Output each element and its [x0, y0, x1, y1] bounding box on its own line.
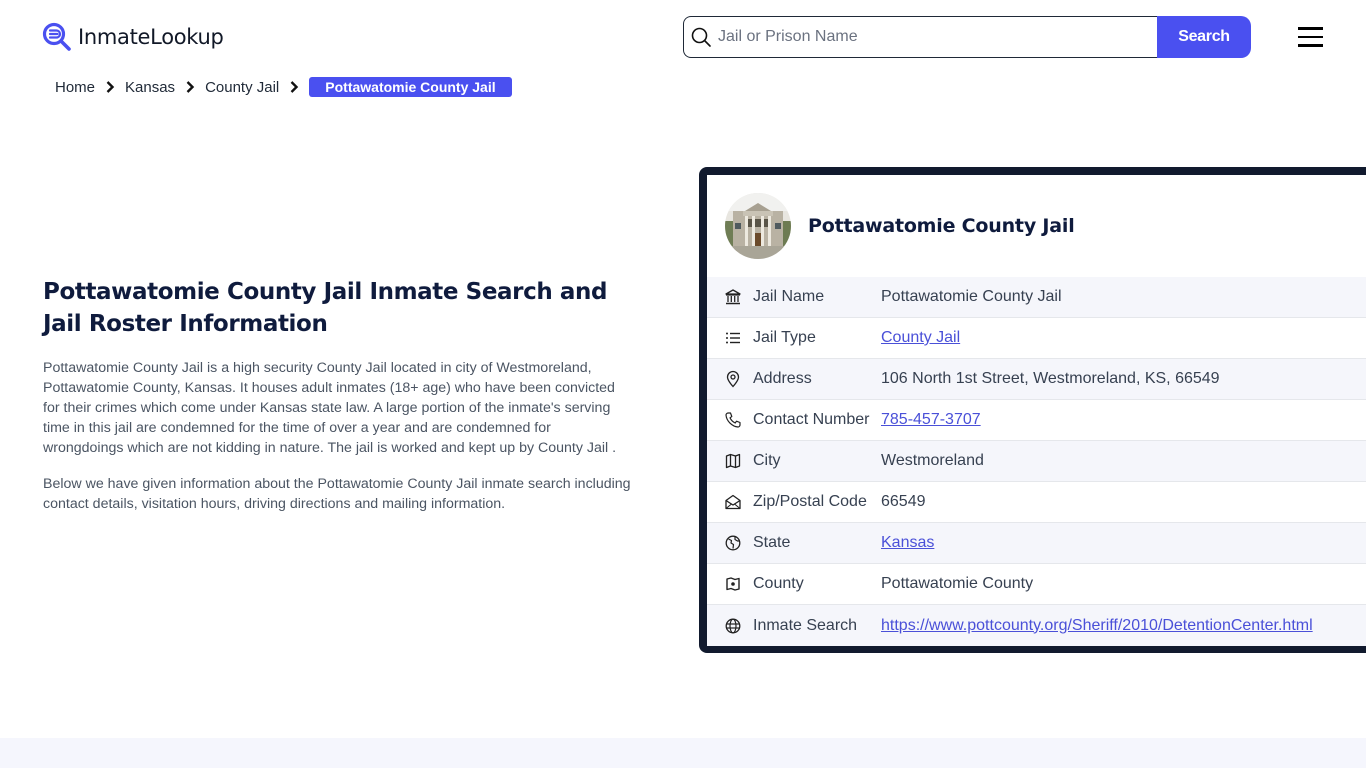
detail-row-jail-name: Jail Name Pottawatomie County Jail	[707, 277, 1366, 318]
search-input[interactable]	[718, 28, 1157, 46]
inmate-search-link[interactable]: https://www.pottcounty.org/Sheriff/2010/…	[881, 617, 1313, 634]
detail-value: Pottawatomie County Jail	[881, 288, 1062, 305]
intro-paragraph: Below we have given information about th…	[43, 476, 631, 512]
list-icon	[726, 332, 740, 344]
logo-link[interactable]: InmateLookup	[42, 22, 224, 52]
search-box	[683, 16, 1157, 58]
detail-row-contact-number: Contact Number 785-457-3707	[707, 400, 1366, 441]
detail-row-state: State Kansas	[707, 523, 1366, 564]
globe-region-icon	[725, 535, 741, 551]
search-form: Search	[683, 16, 1251, 58]
detail-label: Inmate Search	[753, 616, 858, 634]
detail-label: City	[753, 452, 781, 469]
detail-row-county: County Pottawatomie County	[707, 564, 1366, 605]
page-title: Pottawatomie County Jail Inmate Search a…	[43, 279, 608, 337]
building-photo-icon	[725, 193, 791, 259]
detail-value: 66549	[881, 493, 926, 510]
globe-icon	[725, 618, 741, 633]
jail-info-card: Pottawatomie County Jail Jail Name Potta…	[699, 167, 1366, 653]
logo-magnifier-icon	[42, 22, 71, 51]
chevron-right-icon	[106, 81, 115, 93]
chevron-right-icon	[290, 81, 299, 93]
jail-info-card-body: Pottawatomie County Jail Jail Name Potta…	[707, 175, 1366, 646]
card-header: Pottawatomie County Jail	[707, 175, 1366, 277]
map-icon	[725, 453, 741, 469]
hamburger-menu-icon[interactable]	[1297, 25, 1325, 49]
map-pin-icon	[726, 370, 740, 388]
breadcrumb-kansas[interactable]: Kansas	[125, 79, 175, 96]
state-link[interactable]: Kansas	[881, 534, 934, 551]
detail-label: Jail Type	[753, 329, 816, 346]
mail-open-icon	[725, 494, 741, 510]
detail-label: County	[753, 575, 804, 592]
detail-label: Jail Name	[753, 288, 825, 305]
detail-row-city: City Westmoreland	[707, 441, 1366, 482]
breadcrumb: Home Kansas County Jail Pottawatomie Cou…	[55, 76, 512, 98]
logo-text: InmateLookup	[78, 25, 224, 49]
detail-row-address: Address 106 North 1st Street, Westmorela…	[707, 359, 1366, 400]
footer-band	[0, 738, 1366, 768]
detail-row-zip: Zip/Postal Code 66549	[707, 482, 1366, 523]
intro-section: Pottawatomie County Jail Inmate Search a…	[43, 276, 633, 514]
site-header: InmateLookup Search	[0, 0, 1366, 74]
phone-link[interactable]: 785-457-3707	[881, 411, 981, 428]
detail-row-inmate-search: Inmate Search https://www.pottcounty.org…	[707, 605, 1366, 646]
breadcrumb-home[interactable]: Home	[55, 79, 95, 96]
breadcrumb-county-jail[interactable]: County Jail	[205, 79, 279, 96]
detail-row-jail-type: Jail Type County Jail	[707, 318, 1366, 359]
jail-photo	[725, 193, 791, 259]
jail-details-table: Jail Name Pottawatomie County Jail Jail …	[707, 277, 1366, 646]
intro-paragraph: Pottawatomie County Jail is a high secur…	[43, 360, 617, 456]
detail-label: Address	[753, 370, 812, 387]
county-map-icon	[726, 577, 740, 591]
phone-icon	[725, 412, 741, 428]
card-title: Pottawatomie County Jail	[808, 215, 1075, 237]
building-columns-icon	[725, 289, 741, 305]
detail-label: State	[753, 534, 791, 551]
search-icon	[691, 27, 711, 47]
search-button[interactable]: Search	[1157, 16, 1251, 58]
detail-label: Contact Number	[753, 411, 870, 428]
breadcrumb-current: Pottawatomie County Jail	[309, 77, 512, 97]
detail-label: Zip/Postal Code	[753, 493, 867, 510]
detail-value: Westmoreland	[881, 452, 984, 469]
jail-type-link[interactable]: County Jail	[881, 329, 960, 346]
chevron-right-icon	[186, 81, 195, 93]
detail-value: Pottawatomie County	[881, 575, 1034, 592]
detail-value: 106 North 1st Street, Westmoreland, KS, …	[881, 370, 1220, 387]
